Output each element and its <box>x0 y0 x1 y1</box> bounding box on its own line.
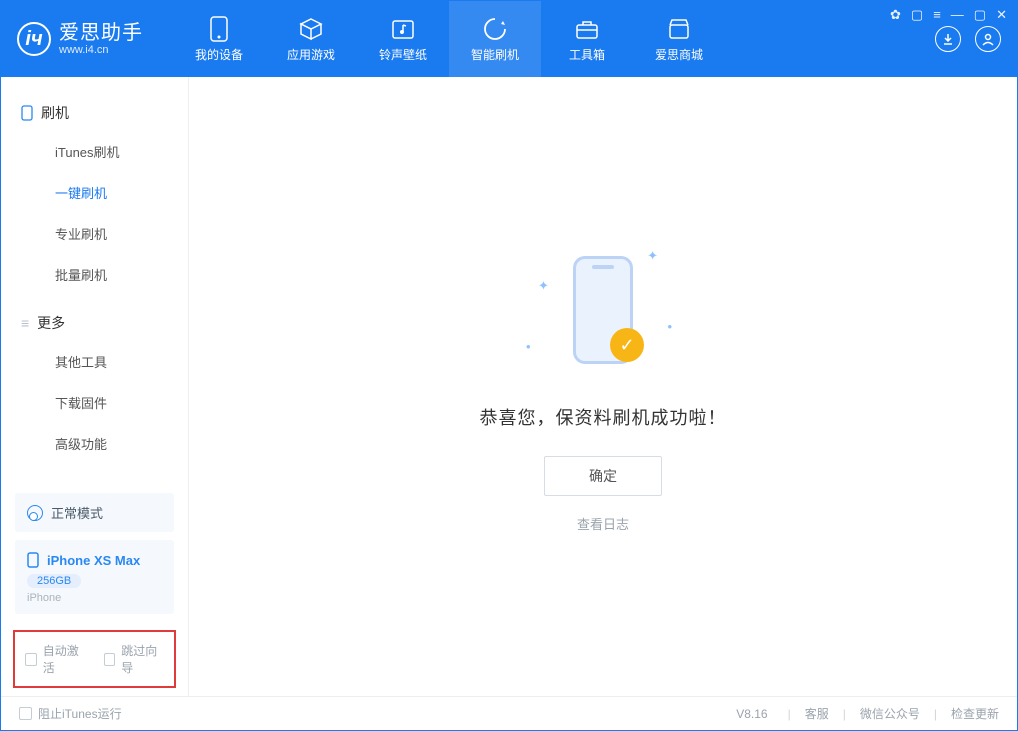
device-type: iPhone <box>27 592 162 604</box>
sparkle-icon: • <box>667 319 672 334</box>
app-window: ✿ ▢ ≡ — ▢ ✕ іч 爱思助手 www.i4.cn 我的设备 应用游戏 <box>0 0 1018 731</box>
checkbox-auto-activate[interactable]: 自动激活 <box>25 642 86 676</box>
footer-links: | 客服 | 微信公众号 | 检查更新 <box>788 705 999 722</box>
sidebar-item-other-tools[interactable]: 其他工具 <box>1 341 188 382</box>
sidebar-item-oneclick-flash[interactable]: 一键刷机 <box>1 172 188 213</box>
device-storage-badge: 256GB <box>27 574 81 588</box>
tab-label: 铃声壁纸 <box>379 46 427 63</box>
minimize-button[interactable]: — <box>951 7 964 23</box>
close-button[interactable]: ✕ <box>996 7 1007 23</box>
sparkle-icon: ✦ <box>538 278 549 294</box>
cube-icon <box>298 16 324 42</box>
phone-icon <box>206 16 232 42</box>
tab-store[interactable]: 爱思商城 <box>633 1 725 77</box>
sidebar-group-flash: 刷机 <box>1 95 188 131</box>
sparkle-icon: • <box>526 339 531 354</box>
download-button[interactable] <box>935 26 961 52</box>
footer-link-support[interactable]: 客服 <box>805 705 829 722</box>
footer-link-wechat[interactable]: 微信公众号 <box>860 705 920 722</box>
tab-toolbox[interactable]: 工具箱 <box>541 1 633 77</box>
device-mode-label: 正常模式 <box>51 503 103 522</box>
check-badge-icon: ✓ <box>610 328 644 362</box>
account-button[interactable] <box>975 26 1001 52</box>
titlebar: іч 爱思助手 www.i4.cn 我的设备 应用游戏 铃声壁纸 智能刷机 <box>1 1 1017 77</box>
confirm-button[interactable]: 确定 <box>544 456 662 496</box>
tab-ringtones[interactable]: 铃声壁纸 <box>357 1 449 77</box>
maximize-button[interactable]: ▢ <box>974 7 986 23</box>
statusbar: 阻止iTunes运行 V8.16 | 客服 | 微信公众号 | 检查更新 <box>1 696 1017 730</box>
sidebar: 刷机 iTunes刷机 一键刷机 专业刷机 批量刷机 ≡ 更多 其他工具 下载固… <box>1 77 189 696</box>
device-name: iPhone XS Max <box>47 553 140 568</box>
tab-flash[interactable]: 智能刷机 <box>449 1 541 77</box>
sidebar-group-title: 刷机 <box>41 103 69 123</box>
success-illustration: ✦ ✦ • • ✓ <box>508 240 698 380</box>
checkbox-label: 自动激活 <box>43 642 86 676</box>
tab-my-device[interactable]: 我的设备 <box>173 1 265 77</box>
tshirt-icon[interactable]: ✿ <box>890 7 901 23</box>
tab-label: 工具箱 <box>569 46 605 63</box>
logo-icon: іч <box>17 22 51 56</box>
sidebar-item-itunes-flash[interactable]: iTunes刷机 <box>1 131 188 172</box>
footer-link-update[interactable]: 检查更新 <box>951 705 999 722</box>
checkbox-skip-guide[interactable]: 跳过向导 <box>104 642 165 676</box>
note-icon[interactable]: ▢ <box>911 7 923 23</box>
mode-icon <box>27 505 43 521</box>
sidebar-item-download-firmware[interactable]: 下载固件 <box>1 382 188 423</box>
body: 刷机 iTunes刷机 一键刷机 专业刷机 批量刷机 ≡ 更多 其他工具 下载固… <box>1 77 1017 696</box>
menu-icon[interactable]: ≡ <box>933 7 941 23</box>
sidebar-item-batch-flash[interactable]: 批量刷机 <box>1 254 188 295</box>
titlebar-right <box>935 26 1001 52</box>
success-message: 恭喜您，保资料刷机成功啦！ <box>480 404 727 430</box>
sidebar-item-pro-flash[interactable]: 专业刷机 <box>1 213 188 254</box>
store-icon <box>666 16 692 42</box>
phone-small-icon <box>21 105 33 121</box>
main-content: ✦ ✦ • • ✓ 恭喜您，保资料刷机成功啦！ 确定 查看日志 <box>189 77 1017 696</box>
tab-label: 我的设备 <box>195 46 243 63</box>
device-card[interactable]: iPhone XS Max 256GB iPhone <box>15 540 174 614</box>
tab-label: 智能刷机 <box>471 46 519 63</box>
app-site: www.i4.cn <box>59 44 143 56</box>
nav-tabs: 我的设备 应用游戏 铃声壁纸 智能刷机 工具箱 爱思商城 <box>173 1 725 77</box>
checkbox-label: 阻止iTunes运行 <box>38 705 122 722</box>
device-phone-icon <box>27 552 39 568</box>
app-logo: іч 爱思助手 www.i4.cn <box>17 22 143 56</box>
window-controls: ✿ ▢ ≡ — ▢ ✕ <box>890 7 1007 23</box>
version-label: V8.16 <box>736 707 767 721</box>
shield-refresh-icon <box>482 16 508 42</box>
music-folder-icon <box>390 16 416 42</box>
checkbox-label: 跳过向导 <box>121 642 164 676</box>
view-log-link[interactable]: 查看日志 <box>577 514 629 533</box>
sidebar-group-more: ≡ 更多 <box>1 305 188 341</box>
options-highlight-box: 自动激活 跳过向导 <box>13 630 176 688</box>
tab-label: 应用游戏 <box>287 46 335 63</box>
list-icon: ≡ <box>21 315 29 331</box>
sparkle-icon: ✦ <box>647 248 658 264</box>
toolbox-icon <box>574 16 600 42</box>
tab-label: 爱思商城 <box>655 46 703 63</box>
sidebar-group-title: 更多 <box>37 313 65 333</box>
checkbox-block-itunes[interactable]: 阻止iTunes运行 <box>19 705 122 722</box>
app-name: 爱思助手 <box>59 22 143 44</box>
device-mode[interactable]: 正常模式 <box>15 493 174 532</box>
sidebar-item-advanced[interactable]: 高级功能 <box>1 423 188 464</box>
tab-apps[interactable]: 应用游戏 <box>265 1 357 77</box>
